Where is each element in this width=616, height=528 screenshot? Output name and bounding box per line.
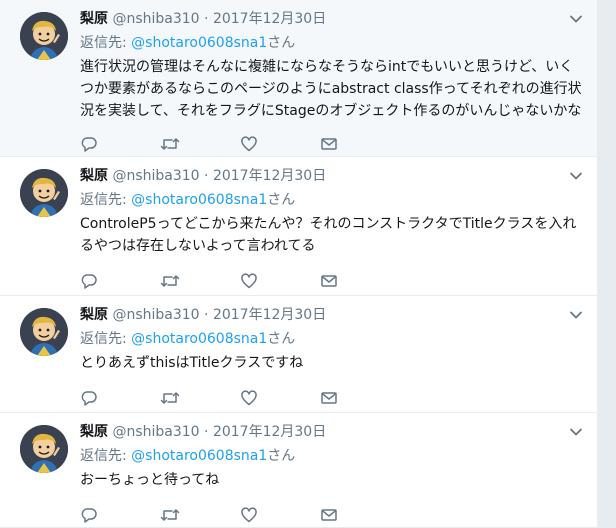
reply-suffix: さん (267, 35, 296, 51)
envelope-icon (320, 389, 338, 407)
like-button[interactable] (240, 271, 320, 291)
timestamp[interactable]: 2017年12月30日 (213, 424, 326, 440)
retweet-icon (160, 272, 180, 290)
mention-link[interactable]: @shotaro0608sna1 (131, 448, 267, 464)
tweet-actions (80, 380, 587, 416)
dm-button[interactable] (320, 388, 400, 408)
reply-prefix: 返信先: (80, 35, 132, 51)
chevron-down-icon[interactable] (569, 168, 583, 182)
reply-button[interactable] (80, 271, 160, 291)
dm-button[interactable] (320, 271, 400, 291)
display-name[interactable]: 梨原 (80, 168, 108, 184)
avatar[interactable] (20, 308, 68, 356)
heart-icon (240, 135, 258, 153)
timestamp[interactable]: 2017年12月30日 (213, 307, 326, 323)
username[interactable]: @nshiba310 (112, 307, 199, 323)
display-name[interactable]: 梨原 (80, 11, 108, 27)
dm-button[interactable] (320, 505, 400, 525)
heart-icon (240, 389, 258, 407)
tweet-actions (80, 497, 587, 528)
reply-context: 返信先: @shotaro0608sna1さん (80, 329, 587, 349)
reply-button[interactable] (80, 505, 160, 525)
tweet-header: 梨原 @nshiba310 · 2017年12月30日 (80, 422, 587, 442)
mention-link[interactable]: @shotaro0608sna1 (131, 331, 267, 347)
timestamp[interactable]: 2017年12月30日 (213, 11, 326, 27)
reply-prefix: 返信先: (80, 448, 132, 464)
separator: · (204, 168, 209, 184)
like-button[interactable] (240, 134, 320, 154)
like-button[interactable] (240, 505, 320, 525)
heart-icon (240, 506, 258, 524)
tweet-text: ControleP5ってどこから来たんや？それのコンストラクタでTitleクラス… (80, 216, 577, 254)
reply-context: 返信先: @shotaro0608sna1さん (80, 33, 587, 53)
reply-prefix: 返信先: (80, 331, 132, 347)
separator: · (204, 307, 209, 323)
timestamp[interactable]: 2017年12月30日 (213, 168, 326, 184)
retweet-button[interactable] (160, 271, 240, 291)
reply-suffix: さん (267, 448, 296, 464)
tweet-header: 梨原 @nshiba310 · 2017年12月30日 (80, 9, 587, 29)
chevron-down-icon[interactable] (569, 11, 583, 25)
avatar[interactable] (20, 169, 68, 217)
tweet-text: とりあえずthisはTitleクラスですね (80, 355, 304, 371)
reply-icon (80, 506, 98, 524)
envelope-icon (320, 135, 338, 153)
avatar[interactable] (20, 425, 68, 473)
retweet-button[interactable] (160, 134, 240, 154)
display-name[interactable]: 梨原 (80, 424, 108, 440)
tweet[interactable]: 梨原 @nshiba310 · 2017年12月30日 返信先: @shotar… (0, 0, 597, 157)
reply-button[interactable] (80, 134, 160, 154)
reply-suffix: さん (267, 331, 296, 347)
reply-context: 返信先: @shotaro0608sna1さん (80, 446, 587, 466)
username[interactable]: @nshiba310 (112, 424, 199, 440)
mention-link[interactable]: @shotaro0608sna1 (131, 35, 267, 51)
chevron-down-icon[interactable] (569, 424, 583, 438)
separator: · (204, 424, 209, 440)
retweet-button[interactable] (160, 388, 240, 408)
envelope-icon (320, 272, 338, 290)
tweet[interactable]: 梨原 @nshiba310 · 2017年12月30日 返信先: @shotar… (0, 413, 597, 528)
timeline: 梨原 @nshiba310 · 2017年12月30日 返信先: @shotar… (0, 0, 598, 528)
reply-context: 返信先: @shotaro0608sna1さん (80, 190, 587, 210)
avatar[interactable] (20, 12, 68, 60)
reply-prefix: 返信先: (80, 192, 132, 208)
tweet-header: 梨原 @nshiba310 · 2017年12月30日 (80, 166, 587, 186)
envelope-icon (320, 506, 338, 524)
reply-icon (80, 135, 98, 153)
chevron-down-icon[interactable] (569, 307, 583, 321)
tweet[interactable]: 梨原 @nshiba310 · 2017年12月30日 返信先: @shotar… (0, 157, 597, 296)
reply-button[interactable] (80, 388, 160, 408)
tweet-text: 進行状況の管理はそんなに複雑にならなそうならintでもいいと思うけど、いくつか要… (80, 59, 582, 119)
retweet-button[interactable] (160, 505, 240, 525)
username[interactable]: @nshiba310 (112, 11, 199, 27)
retweet-icon (160, 389, 180, 407)
display-name[interactable]: 梨原 (80, 307, 108, 323)
separator: · (204, 11, 209, 27)
retweet-icon (160, 506, 180, 524)
retweet-icon (160, 135, 180, 153)
reply-icon (80, 389, 98, 407)
tweet-header: 梨原 @nshiba310 · 2017年12月30日 (80, 305, 587, 325)
tweet[interactable]: 梨原 @nshiba310 · 2017年12月30日 返信先: @shotar… (0, 296, 597, 413)
tweet-text: おーちょっと待ってね (80, 472, 220, 488)
tweet-actions (80, 263, 587, 299)
reply-suffix: さん (267, 192, 296, 208)
heart-icon (240, 272, 258, 290)
reply-icon (80, 272, 98, 290)
dm-button[interactable] (320, 134, 400, 154)
like-button[interactable] (240, 388, 320, 408)
mention-link[interactable]: @shotaro0608sna1 (131, 192, 267, 208)
username[interactable]: @nshiba310 (112, 168, 199, 184)
